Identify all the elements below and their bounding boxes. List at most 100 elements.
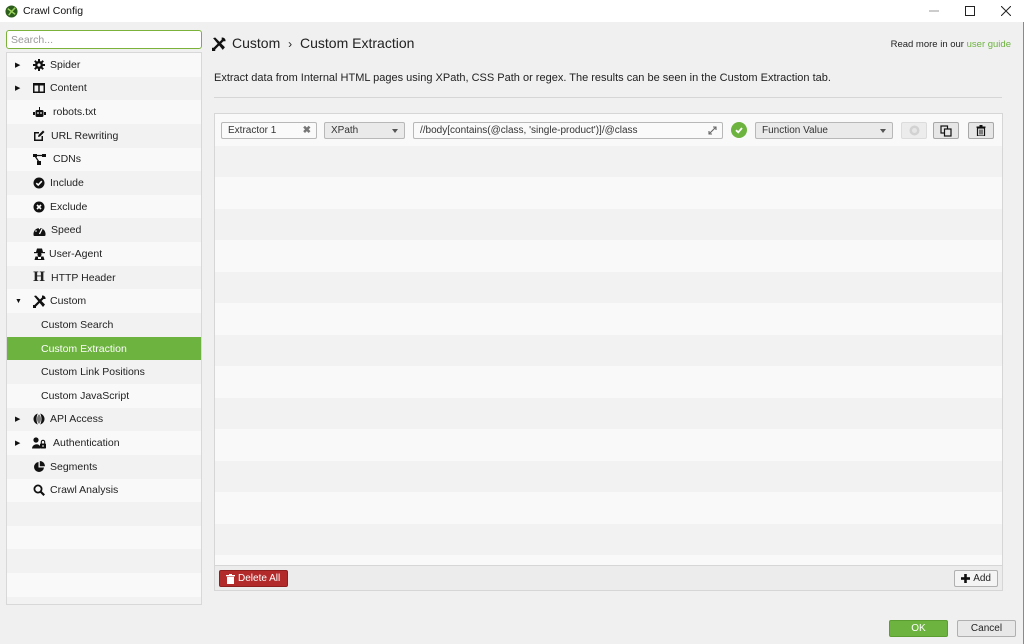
expand-arrow-icon[interactable]: ▶ [15,61,23,69]
delete-extractor-button[interactable] [968,122,994,139]
sidebar-item-label: Custom Search [41,318,114,331]
extractor-panel: Extractor 1 ✖ XPath //body[contains(@cla… [214,113,1003,591]
extractor-row: Extractor 1 ✖ XPath //body[contains(@cla… [215,114,1002,146]
sidebar-item-custom-link-positions[interactable]: Custom Link Positions [7,360,201,384]
user-secret-icon [32,247,46,261]
minimize-button[interactable] [916,0,952,22]
close-icon [1001,6,1011,16]
ok-button[interactable]: OK [889,620,948,637]
trash-icon [976,125,986,136]
extractor-type-select[interactable]: XPath [324,122,405,139]
sidebar-item-label: Segments [50,460,98,473]
empty-row [215,492,1002,524]
sidebar-item-api-access[interactable]: ▶ API Access [7,407,201,432]
empty-row [215,303,1002,335]
title-bar: Crawl Config [0,0,1024,22]
edit-icon [32,129,46,143]
sidebar-item-custom-javascript[interactable]: Custom JavaScript [7,383,201,408]
delete-all-label: Delete All [238,573,281,584]
expand-arrow-icon[interactable]: ▶ [15,415,23,423]
chevron-down-icon [392,129,398,133]
heading-icon: H [32,270,46,286]
sidebar-item-robots[interactable]: robots.txt [7,100,201,124]
empty-row [215,177,1002,209]
valid-check-icon [731,122,747,138]
globe-icon [32,412,46,426]
sidebar-item-http-header[interactable]: H HTTP Header [7,265,201,290]
sidebar-item-content[interactable]: ▶ Content [7,76,201,101]
expand-icon[interactable] [707,125,718,136]
sidebar-item-authentication[interactable]: ▶ Authentication [7,431,201,455]
panel-footer: Delete All Add [215,565,1002,590]
sidebar-item-label: Custom JavaScript [41,389,130,402]
plus-icon [961,574,971,583]
clear-icon[interactable]: ✖ [303,125,311,136]
sidebar-item-crawl-analysis[interactable]: Crawl Analysis [7,478,201,503]
empty-row [215,208,1002,240]
empty-row [7,596,201,604]
extract-mode-select[interactable]: Function Value [755,122,893,139]
sidebar-item-custom-extraction[interactable]: Custom Extraction [7,336,201,361]
expand-arrow-icon[interactable]: ▶ [15,439,23,447]
extractor-expression-value: //body[contains(@class, 'single-product'… [420,125,638,136]
empty-row [7,573,201,597]
expand-arrow-icon[interactable]: ▶ [15,84,23,92]
sidebar-item-label: Custom Link Positions [41,366,145,379]
close-button[interactable] [988,0,1024,22]
duplicate-button[interactable] [933,122,959,139]
collapse-arrow-icon[interactable]: ▼ [15,298,23,305]
tools-icon [32,294,46,308]
maximize-button[interactable] [952,0,988,22]
empty-row [215,397,1002,429]
columns-icon [32,81,46,95]
empty-row [215,240,1002,272]
app-logo-icon [5,4,18,18]
sidebar-item-label: Speed [51,224,82,237]
x-circle-icon [32,200,46,214]
sidebar-item-label: Authentication [53,437,120,450]
user-guide-link[interactable]: user guide [967,39,1011,50]
sidebar-item-url-rewriting[interactable]: URL Rewriting [7,123,201,148]
tools-icon [212,37,226,51]
check-circle-icon [32,176,46,190]
extract-mode-value: Function Value [762,125,828,136]
network-icon [32,152,46,166]
extractor-expression-field[interactable]: //body[contains(@class, 'single-product'… [413,122,723,139]
sidebar-item-include[interactable]: Include [7,171,201,195]
extractor-name-field[interactable]: Extractor 1 ✖ [221,122,317,139]
sidebar-item-custom-search[interactable]: Custom Search [7,313,201,337]
pie-chart-icon [32,460,46,474]
cancel-button[interactable]: Cancel [957,620,1016,637]
add-label: Add [973,573,991,584]
breadcrumb: Custom › Custom Extraction [232,35,414,51]
sidebar-item-segments[interactable]: Segments [7,454,201,479]
sidebar-item-label: robots.txt [53,106,97,119]
sidebar-item-label: URL Rewriting [51,129,119,142]
test-button[interactable] [901,122,927,139]
window-title: Crawl Config [23,5,84,17]
sidebar-item-cdns[interactable]: CDNs [7,147,201,172]
extractor-name-value: Extractor 1 [228,125,277,136]
empty-row [215,145,1002,177]
sidebar-item-exclude[interactable]: Exclude [7,194,201,219]
empty-row [215,523,1002,555]
read-more-text: Read more in our user guide [891,39,1011,50]
sidebar-item-speed[interactable]: Speed [7,218,201,243]
search-input[interactable] [6,30,202,49]
empty-row [215,366,1002,398]
extractor-rows: Extractor 1 ✖ XPath //body[contains(@cla… [215,114,1002,587]
page-description: Extract data from Internal HTML pages us… [214,72,831,84]
empty-row [215,429,1002,461]
sidebar-item-label: User-Agent [49,247,103,260]
empty-row [215,460,1002,492]
sidebar-item-custom[interactable]: ▼ Custom [7,289,201,314]
add-button[interactable]: Add [954,570,998,587]
robot-icon [32,105,46,119]
sidebar-item-spider[interactable]: ▶ Spider [7,53,201,77]
delete-all-button[interactable]: Delete All [219,570,289,587]
read-more-prefix: Read more in our [890,39,967,50]
breadcrumb-parent[interactable]: Custom [232,35,280,51]
sidebar-item-user-agent[interactable]: User-Agent [7,242,201,266]
search-icon [32,483,46,497]
sidebar-item-label: Include [50,177,84,190]
